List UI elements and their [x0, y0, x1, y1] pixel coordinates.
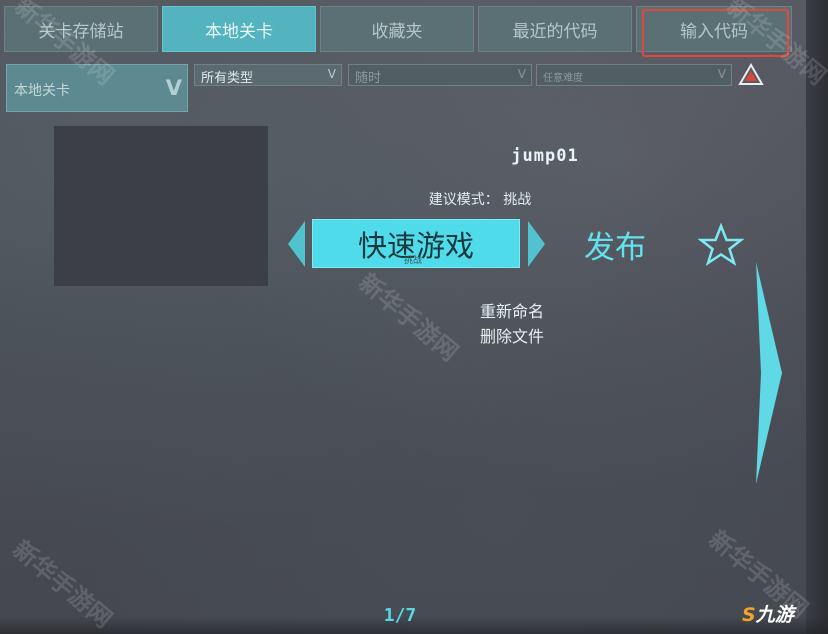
monitor-frame-edge — [806, 0, 828, 634]
time-filter-value: 随时 — [355, 71, 382, 86]
brand-name: 九游 — [755, 604, 794, 626]
warning-icon[interactable] — [738, 63, 764, 87]
chevron-down-icon: V — [165, 76, 182, 100]
chevron-down-icon: V — [327, 67, 336, 81]
tab-favorites[interactable]: 收藏夹 — [320, 6, 474, 52]
chevron-down-icon: V — [717, 67, 726, 81]
brand-logo: S九游 — [742, 604, 794, 626]
play-mode-sublabel: 挑战 — [404, 256, 423, 266]
tab-label: 最近的代码 — [512, 21, 598, 42]
delete-file-button[interactable]: 删除文件 — [480, 323, 544, 347]
tab-label: 收藏夹 — [371, 21, 423, 42]
chevron-down-icon: V — [517, 67, 526, 81]
publish-button[interactable]: 发布 — [584, 222, 646, 267]
next-mode-arrow-icon[interactable] — [528, 221, 545, 267]
suggested-mode: 建议模式： 挑战 — [428, 192, 532, 208]
tab-local-levels[interactable]: 本地关卡 — [162, 6, 316, 52]
type-filter-dropdown[interactable]: 所有类型 V — [194, 64, 342, 86]
difficulty-filter-dropdown[interactable]: 任意难度 V — [536, 64, 732, 86]
rename-button[interactable]: 重新命名 — [480, 298, 544, 322]
difficulty-filter-value: 任意难度 — [543, 73, 583, 84]
level-thumbnail — [54, 126, 268, 286]
tab-recent-codes[interactable]: 最近的代码 — [478, 6, 632, 52]
source-filter-value: 本地关卡 — [14, 83, 70, 99]
type-filter-value: 所有类型 — [201, 71, 254, 86]
next-page-arrow-icon[interactable] — [754, 262, 784, 484]
prev-mode-arrow-icon[interactable] — [288, 221, 305, 267]
tab-label: 本地关卡 — [205, 21, 273, 42]
level-name: jump01 — [511, 146, 579, 166]
time-filter-dropdown[interactable]: 随时 V — [348, 64, 532, 86]
star-outline-icon[interactable] — [697, 222, 745, 267]
page-indicator: 1/7 — [383, 605, 417, 626]
